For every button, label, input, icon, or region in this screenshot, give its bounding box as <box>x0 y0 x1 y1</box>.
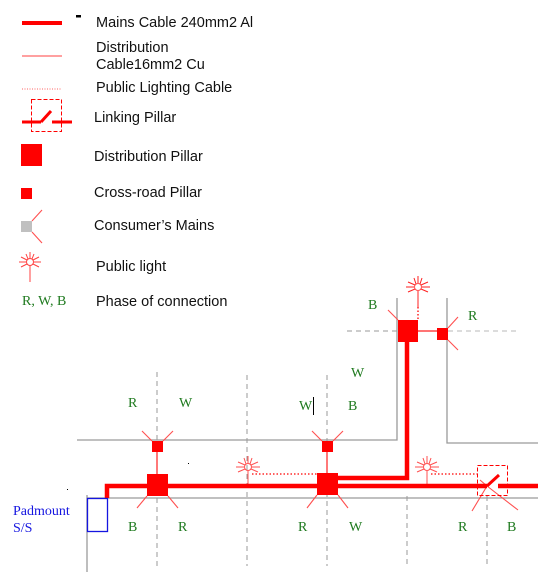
cross-road-pillar <box>437 328 448 340</box>
phase-label: W <box>349 520 363 535</box>
public-light-symbol <box>19 252 41 282</box>
legend-distribution-label-1: Distribution <box>96 40 169 56</box>
phase-label: R <box>298 520 308 535</box>
legend-cross-road-label: Cross-road Pillar <box>94 185 202 201</box>
linking-pillar-symbol <box>22 99 72 132</box>
consumers-mains-symbol <box>21 209 43 244</box>
legend-lighting-label: Public Lighting Cable <box>96 80 232 96</box>
public-light-icon <box>236 456 260 486</box>
public-light-icon <box>406 276 430 307</box>
phase-labels: R W W B W B R R W R B B R <box>128 298 516 535</box>
phase-label: R <box>178 520 188 535</box>
phase-label: B <box>348 399 357 414</box>
distribution-pillar <box>317 473 338 495</box>
cross-road-pillar <box>322 441 333 452</box>
legend-mains-label: Mains Cable 240mm2 Al <box>96 15 253 31</box>
legend-phase-sample: R, W, B <box>22 294 66 309</box>
phase-label: W <box>351 366 365 381</box>
stray-dot <box>188 463 189 464</box>
distribution-pillar <box>147 474 168 496</box>
legend-consumer-label: Consumer’s Mains <box>94 218 214 234</box>
black-dash-mark <box>76 15 81 18</box>
substation-label-1: Padmount <box>13 504 70 519</box>
phase-label: R <box>468 309 478 324</box>
public-light-icon <box>415 456 439 486</box>
distribution-cables <box>156 330 437 474</box>
cross-road-pillar <box>152 441 163 452</box>
substation-label-2: S/S <box>13 521 32 536</box>
phase-label: R <box>458 520 468 535</box>
legend-linking-label: Linking Pillar <box>94 110 176 126</box>
phase-label: B <box>128 520 137 535</box>
legend: Mains Cable 240mm2 Al Distribution Cable… <box>19 15 253 310</box>
phase-label: R <box>128 396 138 411</box>
padmount-substation <box>86 497 109 533</box>
distribution-diagram: Mains Cable 240mm2 Al Distribution Cable… <box>13 15 538 572</box>
phase-label: W <box>299 399 313 414</box>
stray-dot <box>67 489 68 490</box>
legend-distribution-pillar-label: Distribution Pillar <box>94 149 203 165</box>
phase-label: B <box>368 298 377 313</box>
phase-label: B <box>507 520 516 535</box>
distribution-pillar <box>398 320 418 342</box>
legend-public-light-label: Public light <box>96 259 166 275</box>
legend-distribution-label-2: Cable16mm2 Cu <box>96 57 205 73</box>
public-lights <box>236 276 478 486</box>
legend-phase-label: Phase of connection <box>96 294 227 310</box>
cross-road-pillar-symbol <box>21 188 32 199</box>
phase-label: W <box>179 396 193 411</box>
distribution-pillar-symbol <box>21 144 42 166</box>
